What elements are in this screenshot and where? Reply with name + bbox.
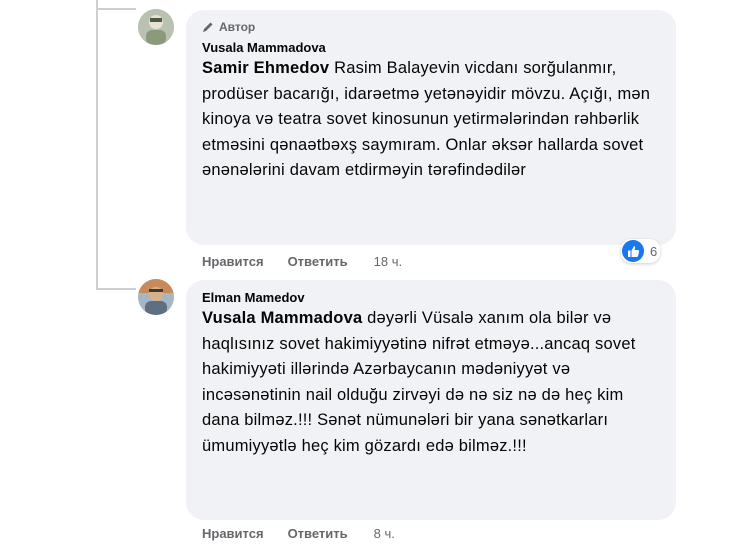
avatar[interactable]: [138, 9, 174, 45]
comment-timestamp[interactable]: 18 ч.: [374, 254, 402, 269]
reactions-summary[interactable]: 6: [621, 239, 661, 263]
comment-actions: Нравится Ответить 8 ч.: [202, 526, 395, 541]
reply-button[interactable]: Ответить: [288, 254, 348, 269]
comment-bubble: Elman Mamedov Vusala Mammadova dəyərli V…: [186, 280, 676, 520]
reactions-count: 6: [650, 243, 658, 259]
author-badge-label: Автор: [219, 20, 256, 34]
comment-text: Samir Ehmedov Rasim Balayevin vicdanı so…: [202, 56, 660, 184]
comment-actions: Нравится Ответить 18 ч.: [202, 254, 402, 269]
avatar[interactable]: [138, 279, 174, 315]
comment-body: Rasim Balayevin vicdanı sorğulanmır, pro…: [202, 59, 651, 179]
like-button[interactable]: Нравится: [202, 526, 264, 541]
thread-line-vertical: [96, 0, 98, 290]
reply-button[interactable]: Ответить: [288, 526, 348, 541]
author-badge: Автор: [202, 19, 660, 35]
pencil-icon: [203, 22, 213, 32]
thread-line-branch-top: [96, 8, 136, 10]
like-button[interactable]: Нравится: [202, 254, 264, 269]
mention-link[interactable]: Samir Ehmedov: [202, 59, 329, 77]
comment-author[interactable]: Vusala Mammadova: [202, 40, 660, 55]
comment-author[interactable]: Elman Mamedov: [202, 290, 660, 305]
thread-line-branch: [96, 288, 136, 290]
comment-bubble: Автор Vusala Mammadova Samir Ehmedov Ras…: [186, 10, 676, 245]
mention-link[interactable]: Vusala Mammadova: [202, 309, 362, 327]
like-icon: [622, 240, 644, 262]
comment-body: dəyərli Vüsalə xanım ola bilər və haqlıs…: [202, 309, 636, 455]
comment-text: Vusala Mammadova dəyərli Vüsalə xanım ol…: [202, 306, 660, 459]
comment-timestamp[interactable]: 8 ч.: [374, 526, 395, 541]
